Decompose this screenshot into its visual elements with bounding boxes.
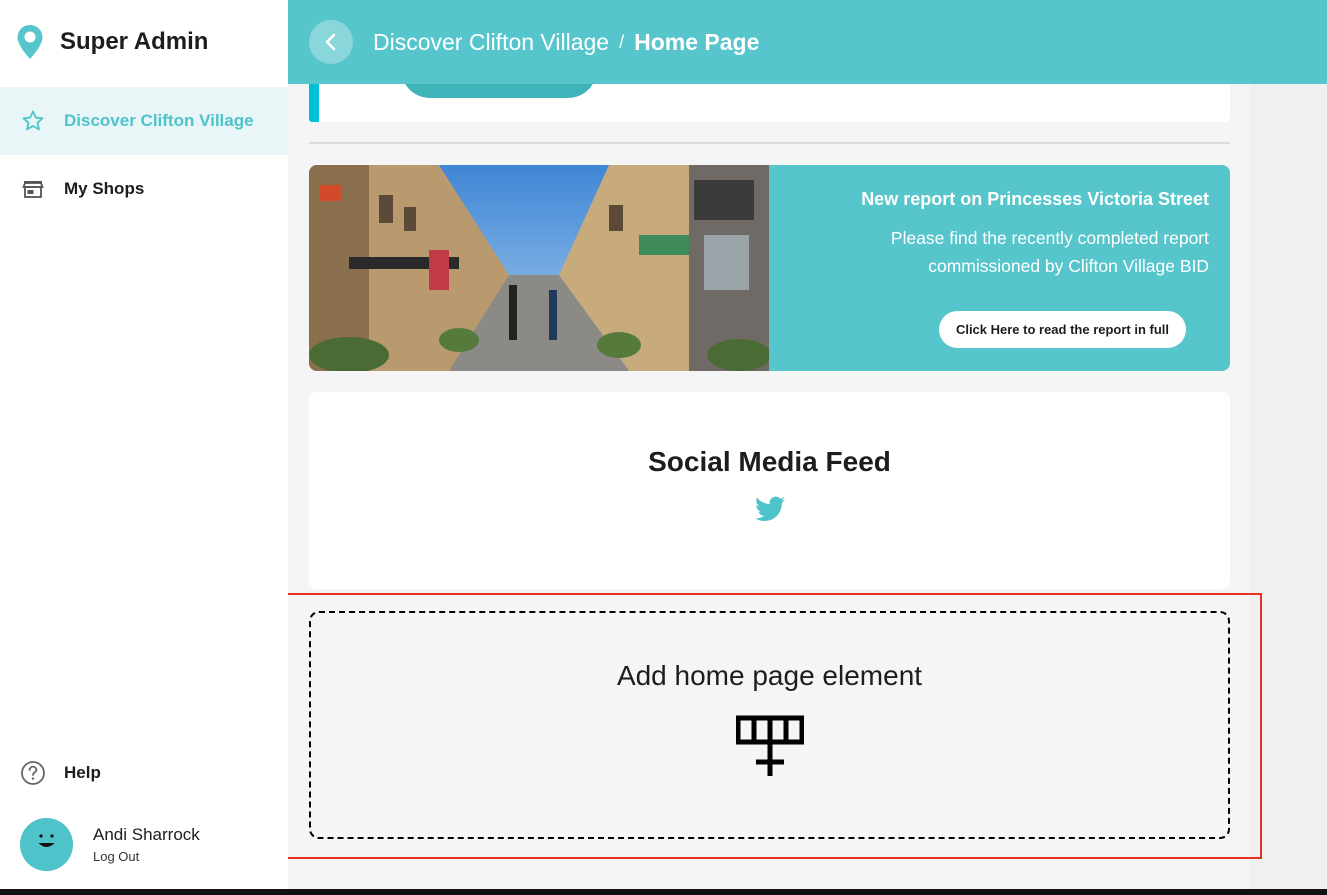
map-pin-icon: [17, 25, 43, 59]
avatar[interactable]: [20, 818, 73, 871]
add-element-title: Add home page element: [616, 660, 923, 691]
user-profile: Andi Sharrock Log Out: [20, 818, 200, 871]
sidebar-item-discover-clifton-village[interactable]: Discover Clifton Village: [0, 87, 288, 155]
star-icon: [22, 110, 44, 131]
breadcrumb-parent[interactable]: Discover Clifton Village: [373, 29, 609, 56]
breadcrumb-separator: /: [619, 31, 625, 52]
chevron-left-icon: [325, 33, 336, 51]
sidebar: Super Admin Discover Clifton Village My …: [0, 0, 288, 895]
social-media-card: Social Media Feed: [309, 392, 1230, 589]
top-header: Discover Clifton Village / Home Page: [288, 0, 1327, 84]
breadcrumb: Discover Clifton Village / Home Page: [373, 29, 759, 56]
street-photo: [309, 165, 769, 371]
back-button[interactable]: [309, 20, 353, 64]
sidebar-item-label: Discover Clifton Village: [64, 111, 254, 130]
window-bottom-edge: [0, 889, 1327, 895]
brand-title: Super Admin: [60, 28, 209, 55]
report-banner: New report on Princesses Victoria Street…: [309, 165, 1230, 371]
banner-text: New report on Princesses Victoria Street…: [779, 189, 1209, 280]
storefront-icon: [22, 181, 44, 198]
sidebar-item-help[interactable]: Help: [0, 752, 288, 794]
sidebar-item-label: My Shops: [64, 179, 145, 198]
section-divider: [309, 142, 1230, 144]
user-text: Andi Sharrock Log Out: [93, 825, 200, 864]
twitter-icon[interactable]: [754, 496, 785, 522]
help-label: Help: [64, 763, 101, 782]
add-home-page-element[interactable]: Add home page element: [309, 611, 1230, 839]
help-icon: [21, 761, 45, 785]
read-report-button[interactable]: Click Here to read the report in full: [939, 311, 1186, 348]
breadcrumb-current: Home Page: [634, 28, 760, 55]
sidebar-item-my-shops[interactable]: My Shops: [0, 155, 288, 223]
brand: Super Admin: [16, 22, 208, 62]
logout-link[interactable]: Log Out: [93, 849, 200, 864]
banner-title: New report on Princesses Victoria Street: [861, 189, 1209, 209]
add-element-icon: [735, 715, 804, 776]
main-content: New report on Princesses Victoria Street…: [278, 0, 1327, 889]
banner-body: Please find the recently completed repor…: [890, 228, 1209, 276]
social-media-title: Social Media Feed: [648, 446, 891, 477]
user-name: Andi Sharrock: [93, 825, 200, 844]
